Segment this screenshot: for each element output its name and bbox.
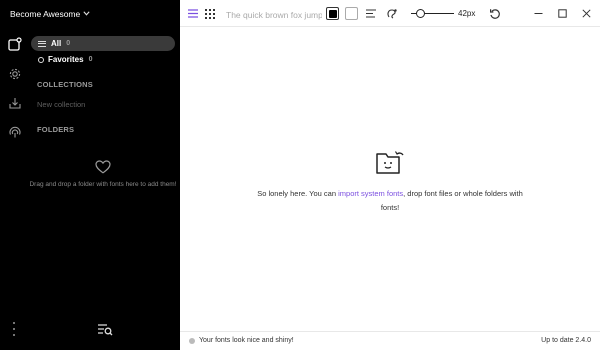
library-nav: All 0 Favorites 0 [31,36,175,67]
list-icon [38,40,46,47]
nav-item-label: All [51,39,62,48]
nav-item-count: 0 [88,56,93,63]
empty-text-part: So lonely here. You can [257,189,339,198]
nav-item-favorites[interactable]: Favorites 0 [31,52,175,67]
empty-state-text: So lonely here. You can import system fo… [255,187,525,215]
empty-text-part: , drop font files or whole folders with … [380,189,523,212]
library-empty-state: So lonely here. You can import system fo… [180,149,600,215]
settings-gear-icon[interactable] [8,67,22,81]
minimize-icon[interactable] [532,7,544,19]
close-icon[interactable] [580,7,592,19]
toolbar: 42px [180,0,600,27]
status-bar: Your fonts look nice and shiny! Up to da… [180,331,600,350]
library-icon[interactable] [8,37,22,51]
favorite-circle-icon [38,56,44,63]
align-left-icon[interactable] [366,7,376,20]
folders-empty-text: Drag and drop a folder with fonts here t… [29,181,177,188]
nav-item-all[interactable]: All 0 [31,36,175,51]
folders-empty-state: Drag and drop a folder with fonts here t… [28,160,178,190]
grid-view-icon[interactable] [205,7,215,20]
main-panel: 42px So lonely here. You can import syst… [180,0,600,350]
heart-icon [95,160,111,174]
workspace-name: Become Awesome [10,9,81,19]
text-style-icon[interactable] [386,7,398,20]
sample-text-input[interactable] [226,9,322,20]
text-color-swatch[interactable] [326,7,339,20]
import-system-fonts-link[interactable]: import system fonts [338,189,403,198]
maximize-icon[interactable] [556,7,568,19]
background-color-swatch[interactable] [345,7,358,20]
chevron-down-icon [83,10,90,18]
nav-item-count: 0 [66,40,71,47]
icon-rail [0,30,28,350]
sidebar: Become Awesome All 0 Favorites 0 COLLECT… [0,0,180,350]
collections-heading: COLLECTIONS [37,80,93,89]
list-view-icon[interactable] [188,7,198,20]
nav-item-label: Favorites [48,55,84,64]
import-icon[interactable] [8,96,22,110]
list-search-icon[interactable] [97,323,113,336]
folders-heading: FOLDERS [37,125,75,134]
status-indicator [189,338,195,344]
version-status: Up to date 2.4.0 [541,337,591,344]
new-collection-button[interactable]: New collection [37,100,85,109]
status-message: Your fonts look nice and shiny! [199,337,294,344]
font-size-value: 42px [458,9,476,18]
more-options-icon[interactable] [12,322,16,336]
font-size-slider-knob[interactable] [416,9,426,18]
sad-folder-icon [376,151,404,174]
reset-icon[interactable] [489,7,501,20]
workspace-selector[interactable]: Become Awesome [10,9,90,19]
broadcast-icon[interactable] [8,125,22,139]
